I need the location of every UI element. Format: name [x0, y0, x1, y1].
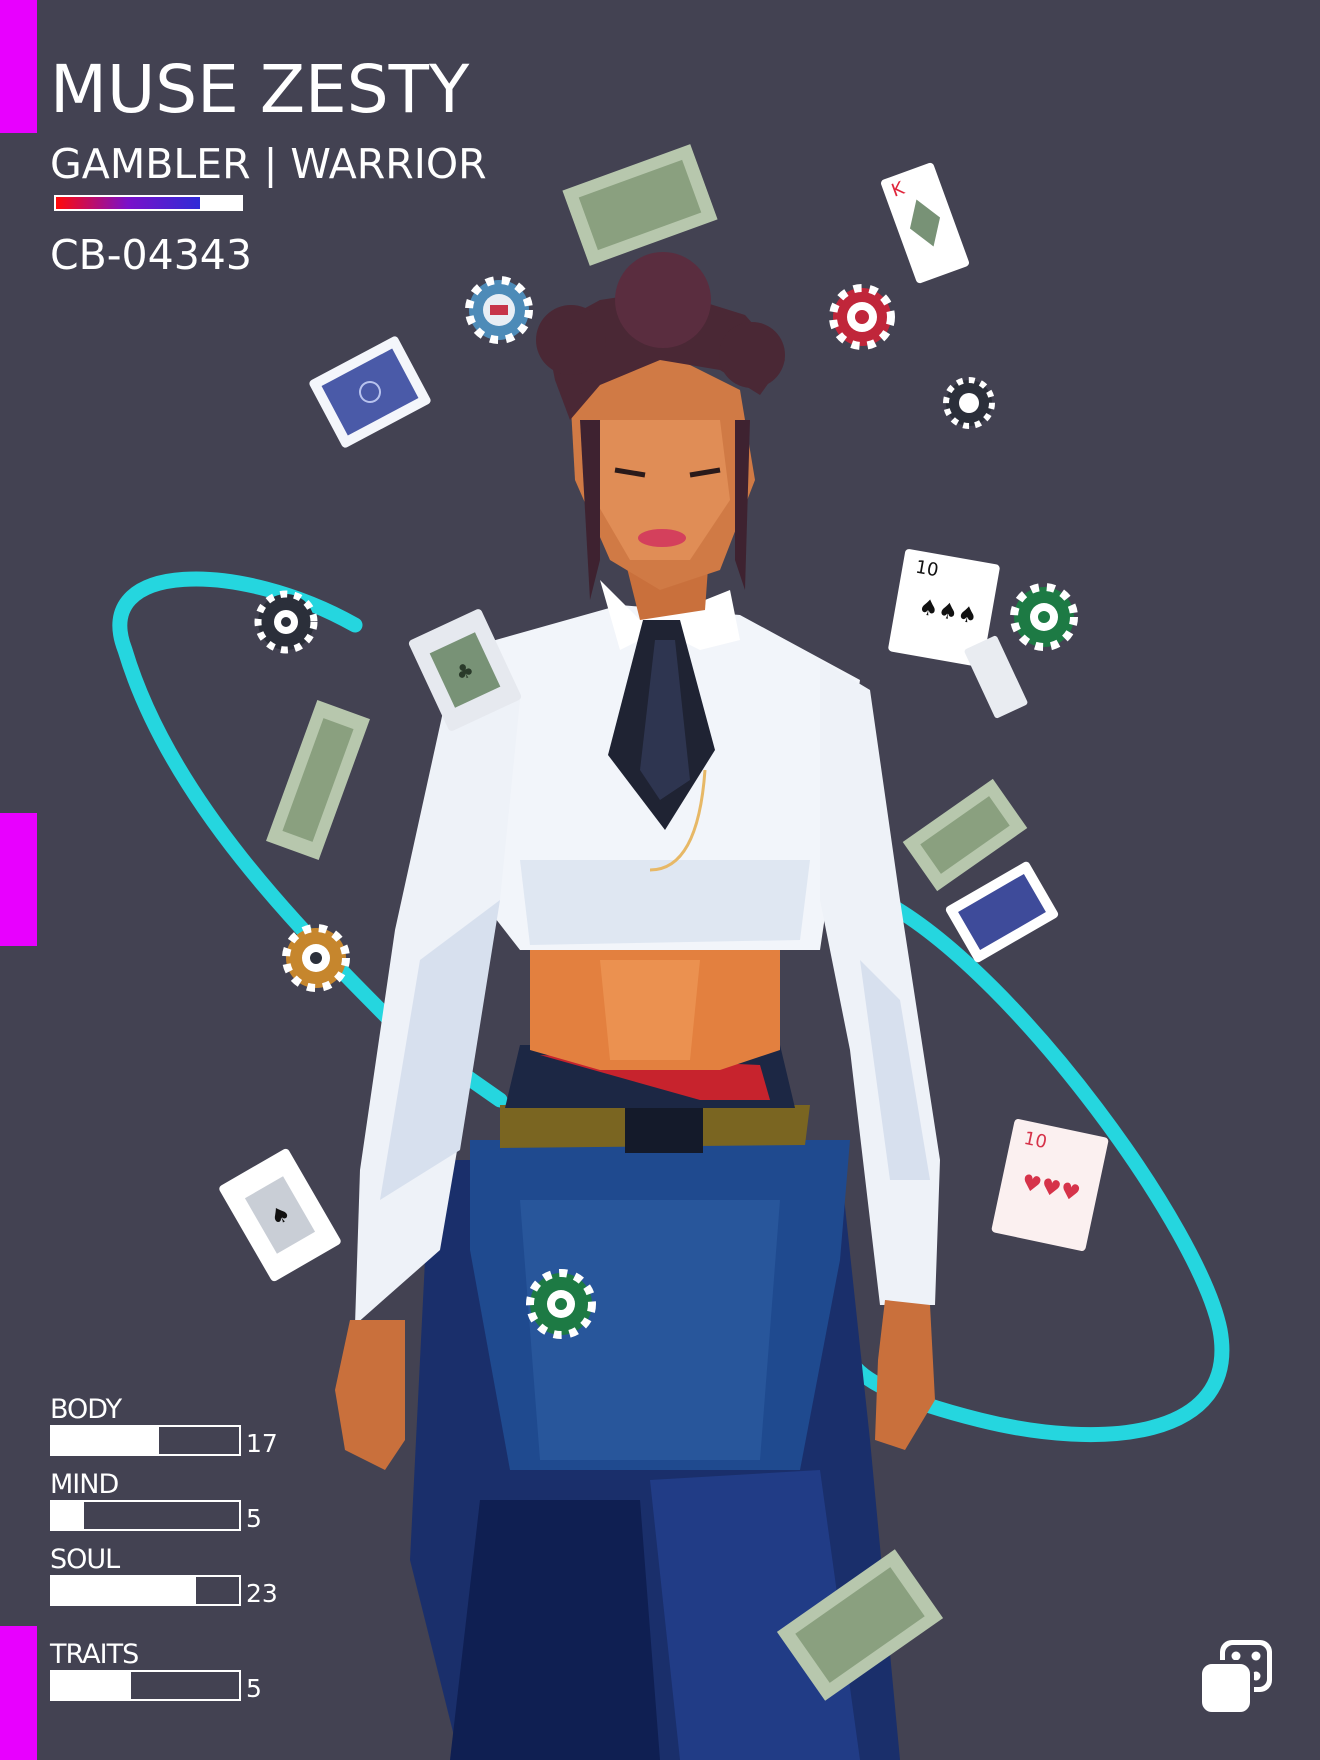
stat-label: BODY	[50, 1394, 122, 1425]
stat-value: 5	[246, 1674, 262, 1703]
stat-bar	[50, 1575, 241, 1606]
stat-label: MIND	[50, 1469, 119, 1500]
stat-traits: TRAITS 5	[50, 1640, 310, 1710]
stat-bar	[50, 1500, 241, 1531]
class-balance-fill	[56, 197, 201, 209]
character-name: MUSE ZESTY	[50, 51, 470, 128]
stat-bar-fill	[52, 1672, 131, 1699]
stat-value: 23	[246, 1579, 278, 1608]
stat-value: 17	[246, 1429, 278, 1458]
character-classes: GAMBLER | WARRIOR	[50, 140, 487, 188]
stat-label: SOUL	[50, 1544, 120, 1575]
stat-bar-fill	[52, 1427, 159, 1454]
stat-soul: SOUL 23	[50, 1545, 310, 1615]
stat-bar	[50, 1670, 241, 1701]
stat-label: TRAITS	[50, 1639, 139, 1670]
svg-text:10: 10	[914, 557, 940, 582]
dice-icon	[1198, 1640, 1272, 1716]
class-balance-bar	[54, 195, 243, 211]
stat-bar	[50, 1425, 241, 1456]
stat-mind: MIND 5	[50, 1470, 310, 1540]
character-figure	[335, 252, 940, 1760]
card-id: CB-04343	[50, 231, 252, 279]
stat-body: BODY 17	[50, 1395, 310, 1465]
stat-value: 5	[246, 1504, 262, 1533]
stat-bar-fill	[52, 1502, 84, 1529]
stat-bar-fill	[52, 1577, 196, 1604]
